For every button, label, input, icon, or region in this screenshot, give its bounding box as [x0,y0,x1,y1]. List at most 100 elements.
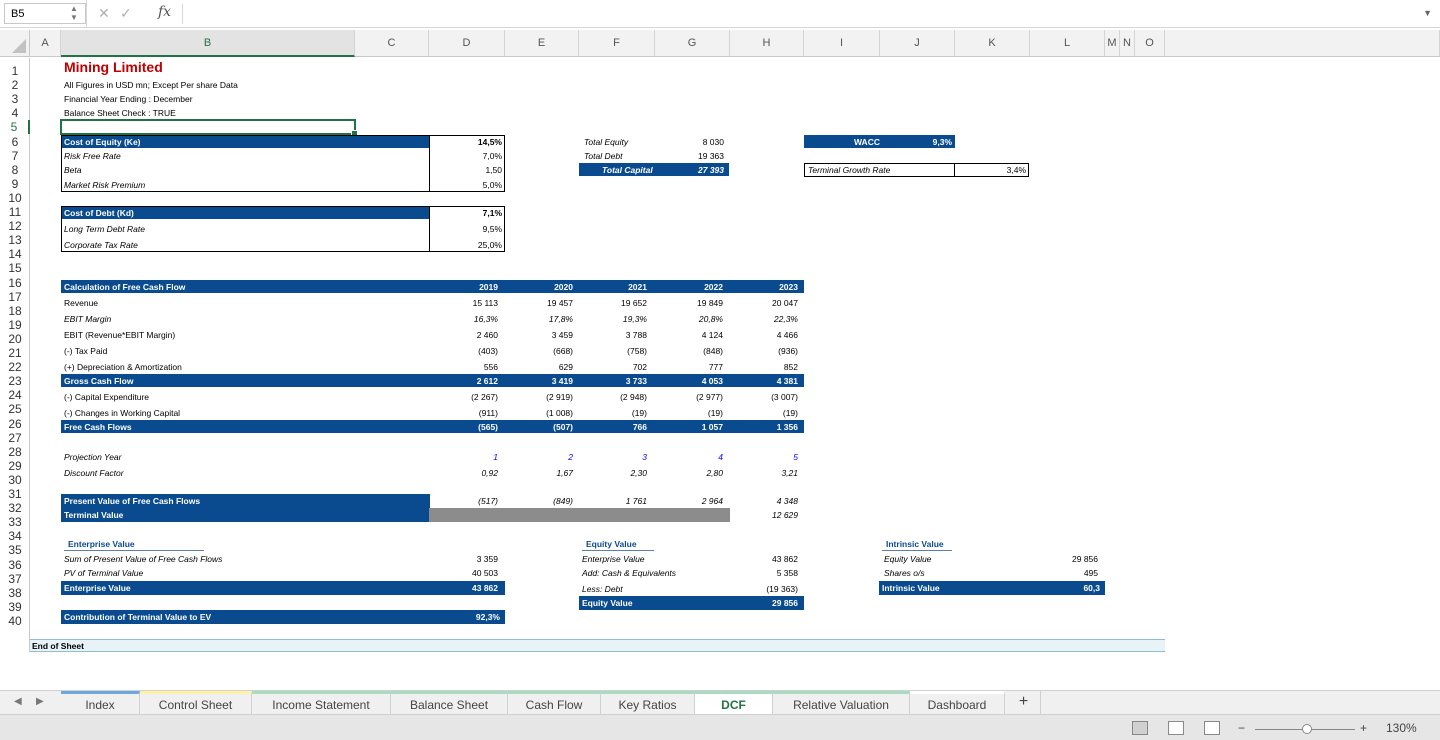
capex-value[interactable]: (2 977) [655,391,725,403]
normal-view-icon[interactable] [1132,721,1148,735]
fcf-year[interactable]: 2021 [579,281,649,293]
revenue-value[interactable]: 19 652 [579,297,649,309]
zoom-slider-handle[interactable] [1302,724,1312,734]
row-header-9[interactable]: 9 [0,177,30,191]
row-header-8[interactable]: 8 [0,163,30,177]
column-header-m[interactable]: M [1105,30,1120,57]
row-header-20[interactable]: 20 [0,332,30,346]
column-header-a[interactable]: A [30,30,61,57]
tax-paid-value[interactable]: (403) [430,345,500,357]
row-header-40[interactable]: 40 [0,614,30,628]
column-header-o[interactable]: O [1135,30,1165,57]
gcf-value[interactable]: 4 053 [655,375,725,387]
capex-value[interactable]: (2 267) [430,391,500,403]
row-header-1[interactable]: 1 [0,64,30,78]
fcf-value[interactable]: 1 356 [730,421,800,433]
column-header-i[interactable]: I [804,30,880,57]
row-header-25[interactable]: 25 [0,402,30,416]
add-sheet-button[interactable]: + [1007,691,1041,715]
row-header-34[interactable]: 34 [0,529,30,543]
column-header-c[interactable]: C [355,30,429,57]
proj-year-value[interactable]: 3 [579,451,649,463]
ke-value[interactable]: 14,5% [430,136,504,148]
revenue-value[interactable]: 19 457 [505,297,575,309]
wacc-value[interactable]: 9,3% [884,136,954,148]
tax-paid-value[interactable]: (668) [505,345,575,357]
fcf-year[interactable]: 2023 [730,281,800,293]
sheet-tab-dashboard[interactable]: Dashboard [910,691,1005,715]
sheet-tab-key-ratios[interactable]: Key Ratios [601,691,695,715]
row-header-30[interactable]: 30 [0,473,30,487]
name-box-stepper-icon[interactable]: ▲ ▼ [70,4,78,22]
row-header-22[interactable]: 22 [0,360,30,374]
zoom-in-icon[interactable]: + [1360,721,1367,735]
ebit-margin-value[interactable]: 17,8% [505,313,575,325]
column-header-l[interactable]: L [1030,30,1105,57]
ebit-margin-value[interactable]: 19,3% [579,313,649,325]
row-header-27[interactable]: 27 [0,431,30,445]
discount-factor-value[interactable]: 1,67 [505,467,575,479]
ebit-value[interactable]: 4 124 [655,329,725,341]
proj-year-value[interactable]: 1 [430,451,500,463]
sheet-tab-cash-flow[interactable]: Cash Flow [508,691,601,715]
ev-value[interactable]: 43 862 [430,582,500,594]
gcf-value[interactable]: 2 612 [430,375,500,387]
proj-year-value[interactable]: 4 [655,451,725,463]
tv-value[interactable]: 12 629 [730,509,800,521]
fcf-year[interactable]: 2022 [655,281,725,293]
discount-factor-value[interactable]: 0,92 [430,467,500,479]
row-header-36[interactable]: 36 [0,558,30,572]
wc-value[interactable]: (19) [655,407,725,419]
row-header-12[interactable]: 12 [0,219,30,233]
column-header-k[interactable]: K [955,30,1030,57]
row-header-13[interactable]: 13 [0,233,30,247]
fcf-year[interactable]: 2019 [430,281,500,293]
fcf-year[interactable]: 2020 [505,281,575,293]
function-icon[interactable]: fx [158,4,171,20]
sheet-tab-relative-valuation[interactable]: Relative Valuation [773,691,910,715]
discount-factor-value[interactable]: 2,30 [579,467,649,479]
tg-value[interactable]: 3,4% [956,164,1028,176]
wc-value[interactable]: (1 008) [505,407,575,419]
revenue-value[interactable]: 15 113 [430,297,500,309]
wc-value[interactable]: (911) [430,407,500,419]
row-header-21[interactable]: 21 [0,346,30,360]
formula-input[interactable] [182,4,1418,24]
row-header-5[interactable]: 5 [0,120,30,135]
row-header-18[interactable]: 18 [0,304,30,318]
eqv-value[interactable]: 29 856 [730,597,800,609]
pv-fcf-value[interactable]: 2 964 [655,495,725,507]
rf-value[interactable]: 7,0% [430,150,504,162]
row-header-2[interactable]: 2 [0,78,30,92]
da-value[interactable]: 556 [430,361,500,373]
row-header-37[interactable]: 37 [0,572,30,586]
ebit-value[interactable]: 4 466 [730,329,800,341]
capex-value[interactable]: (3 007) [730,391,800,403]
row-header-24[interactable]: 24 [0,388,30,402]
column-header-h[interactable]: H [730,30,804,57]
da-value[interactable]: 852 [730,361,800,373]
row-header-17[interactable]: 17 [0,290,30,304]
row-header-28[interactable]: 28 [0,445,30,459]
capex-value[interactable]: (2 919) [505,391,575,403]
row-header-10[interactable]: 10 [0,191,30,205]
fcf-value[interactable]: 1 057 [655,421,725,433]
kd-value[interactable]: 7,1% [430,207,504,219]
ebit-value[interactable]: 3 788 [579,329,649,341]
total-debt-value[interactable]: 19 363 [680,150,726,162]
tax-paid-value[interactable]: (848) [655,345,725,357]
total-equity-value[interactable]: 8 030 [680,136,726,148]
column-header-j[interactable]: J [880,30,955,57]
iv-eq-value[interactable]: 29 856 [1030,553,1100,565]
confirm-icon[interactable]: ✓ [120,5,132,22]
shares-value[interactable]: 495 [1030,567,1100,579]
prev-sheet-icon[interactable]: ◀ [14,696,22,707]
wc-value[interactable]: (19) [579,407,649,419]
row-header-16[interactable]: 16 [0,276,30,290]
sheet-tab-dcf[interactable]: DCF [695,691,773,715]
total-capital-value[interactable]: 27 393 [680,164,726,176]
eqv-ev-value[interactable]: 43 862 [730,553,800,565]
select-all-corner[interactable] [0,30,30,57]
next-sheet-icon[interactable]: ▶ [36,696,44,707]
ebit-value[interactable]: 3 459 [505,329,575,341]
